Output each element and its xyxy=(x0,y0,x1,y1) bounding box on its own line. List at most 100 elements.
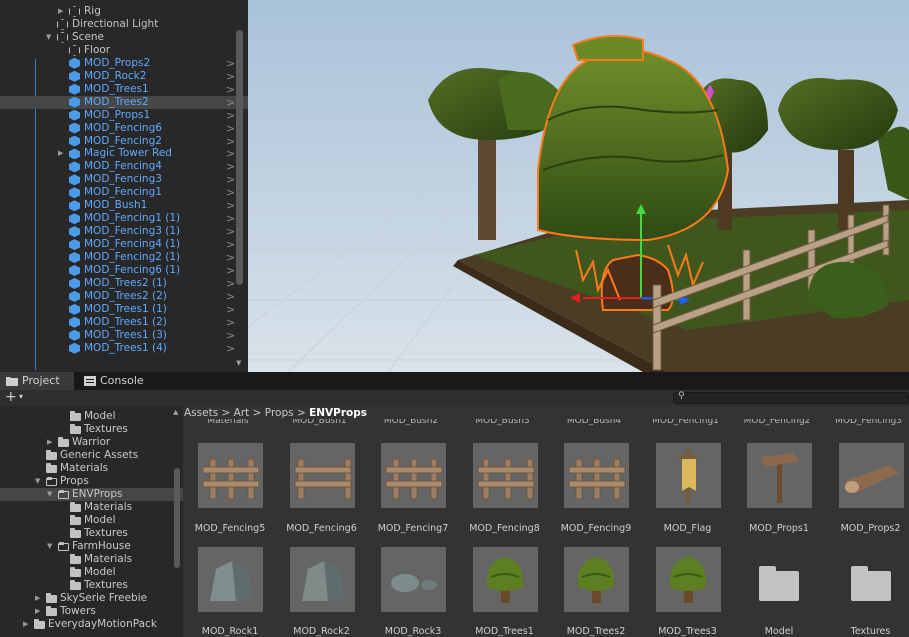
create-button[interactable]: + xyxy=(5,390,17,405)
chevron-right-icon[interactable]: > xyxy=(226,316,235,329)
hierarchy-item[interactable]: MOD_Fencing3 (1) > xyxy=(0,225,248,238)
expand-arrow-icon[interactable]: ▼ xyxy=(47,488,52,501)
hierarchy-item[interactable]: ▶ Magic Tower Red > xyxy=(0,147,248,160)
hierarchy-item-label: MOD_Fencing4 (1) xyxy=(84,238,181,251)
hierarchy-item[interactable]: MOD_Bush1 > xyxy=(0,199,248,212)
collapse-arrow-icon[interactable]: ▶ xyxy=(35,592,40,605)
tab-project[interactable]: Project xyxy=(0,372,74,390)
chevron-right-icon[interactable]: > xyxy=(226,238,235,251)
prefab-icon xyxy=(69,161,80,173)
hierarchy-item[interactable]: MOD_Trees1 (1) > xyxy=(0,303,248,316)
folder-tree-item[interactable]: ▼ ENVProps xyxy=(0,488,183,501)
prefab-asset[interactable]: MOD_Rock3 xyxy=(368,406,458,637)
collapse-arrow-icon[interactable]: ▶ xyxy=(35,605,40,618)
folder-asset[interactable]: Textures xyxy=(826,406,909,637)
chevron-right-icon[interactable]: > xyxy=(226,225,235,238)
folder-tree-item[interactable]: Materials xyxy=(0,501,183,514)
hierarchy-item[interactable]: MOD_Trees1 > xyxy=(0,83,248,96)
hierarchy-item-label: Floor xyxy=(84,43,111,56)
chevron-right-icon[interactable]: > xyxy=(226,251,235,264)
folder-tree-item[interactable]: Textures xyxy=(0,527,183,540)
prefab-asset[interactable]: MOD_Trees1 xyxy=(460,406,550,637)
collapse-arrow-icon[interactable]: ▶ xyxy=(58,5,63,18)
folder-tree-item[interactable]: ▶ EverydayMotionPack xyxy=(0,618,183,631)
hierarchy-item[interactable]: MOD_Fencing1 > xyxy=(0,186,248,199)
chevron-right-icon[interactable]: > xyxy=(226,135,235,148)
prefab-asset[interactable]: MOD_Trees2 xyxy=(551,406,641,637)
collapse-arrow-icon[interactable]: ▶ xyxy=(58,147,63,160)
folder-tree-item[interactable]: Materials xyxy=(0,553,183,566)
folder-tree-item[interactable]: Model xyxy=(0,410,183,423)
hierarchy-item[interactable]: ▼ Scene xyxy=(0,31,248,44)
chevron-right-icon[interactable]: > xyxy=(226,147,235,160)
chevron-right-icon[interactable]: > xyxy=(226,173,235,186)
chevron-right-icon[interactable]: > xyxy=(226,96,235,109)
hierarchy-item[interactable]: MOD_Props2 > xyxy=(0,57,248,70)
hierarchy-item[interactable]: ▶ Rig xyxy=(0,5,248,18)
chevron-right-icon[interactable]: > xyxy=(226,264,235,277)
hierarchy-item[interactable]: MOD_Fencing3 > xyxy=(0,173,248,186)
prefab-asset[interactable]: MOD_Rock2 xyxy=(277,406,367,637)
expand-arrow-icon[interactable]: ▼ xyxy=(47,540,52,553)
hierarchy-item[interactable]: MOD_Trees2 (2) > xyxy=(0,290,248,303)
chevron-right-icon[interactable]: > xyxy=(226,342,235,355)
hierarchy-item[interactable]: Directional Light xyxy=(0,18,248,31)
hierarchy-item[interactable]: MOD_Fencing1 (1) > xyxy=(0,212,248,225)
hierarchy-item[interactable]: Floor xyxy=(0,44,248,57)
folder-tree-item[interactable]: ▶ Towers xyxy=(0,605,183,618)
folder-tree-item[interactable]: Model xyxy=(0,566,183,579)
folder-tree-item[interactable]: ▼ Props xyxy=(0,475,183,488)
folder-tree-scrollbar[interactable] xyxy=(174,468,180,568)
chevron-right-icon[interactable]: > xyxy=(226,70,235,83)
folder-asset[interactable]: Model xyxy=(734,406,824,637)
folder-tree-item[interactable]: Model xyxy=(0,514,183,527)
hierarchy-item[interactable]: MOD_Fencing4 (1) > xyxy=(0,238,248,251)
chevron-right-icon[interactable]: > xyxy=(226,186,235,199)
chevron-right-icon[interactable]: > xyxy=(226,277,235,290)
hierarchy-item[interactable]: MOD_Trees1 (2) > xyxy=(0,316,248,329)
folder-tree-item[interactable]: Materials xyxy=(0,462,183,475)
hierarchy-item[interactable]: MOD_Fencing6 > xyxy=(0,122,248,135)
folder-tree-item[interactable]: Textures xyxy=(0,579,183,592)
expand-arrow-icon[interactable]: ▼ xyxy=(46,31,51,44)
collapse-arrow-icon[interactable]: ▶ xyxy=(23,618,28,631)
hierarchy-scrollbar[interactable] xyxy=(236,30,243,285)
search-input[interactable]: ⚲ xyxy=(673,391,909,404)
collapse-arrow-icon[interactable]: ▶ xyxy=(47,436,52,449)
chevron-right-icon[interactable]: > xyxy=(226,329,235,342)
hierarchy-item[interactable]: MOD_Trees1 (3) > xyxy=(0,329,248,342)
scroll-down-arrow-icon[interactable]: ▼ xyxy=(236,359,241,367)
folder-tree-item[interactable]: Generic Assets xyxy=(0,449,183,462)
folder-tree-item[interactable]: Textures xyxy=(0,423,183,436)
hierarchy-item[interactable]: MOD_Props1 > xyxy=(0,109,248,122)
scene-render[interactable] xyxy=(248,0,909,372)
prefab-asset[interactable]: MOD_Rock1 xyxy=(185,406,275,637)
hierarchy-item[interactable]: MOD_Fencing2 (1) > xyxy=(0,251,248,264)
hierarchy-item[interactable]: MOD_Fencing2 > xyxy=(0,135,248,148)
hierarchy-item[interactable]: MOD_Fencing4 > xyxy=(0,160,248,173)
folder-tree-item[interactable]: ▼ FarmHouse xyxy=(0,540,183,553)
prefab-asset[interactable]: MOD_Trees3 xyxy=(643,406,733,637)
hierarchy-item[interactable]: MOD_Rock2 > xyxy=(0,70,248,83)
hierarchy-item[interactable]: MOD_Fencing6 (1) > xyxy=(0,264,248,277)
chevron-right-icon[interactable]: > xyxy=(226,122,235,135)
chevron-right-icon[interactable]: > xyxy=(226,160,235,173)
hierarchy-item-label: Magic Tower Red xyxy=(84,147,172,160)
expand-arrow-icon[interactable]: ▼ xyxy=(35,475,40,488)
hierarchy-item[interactable]: MOD_Trees2 (1) > xyxy=(0,277,248,290)
chevron-right-icon[interactable]: > xyxy=(226,199,235,212)
scene-view[interactable] xyxy=(248,0,909,372)
chevron-right-icon[interactable]: > xyxy=(226,290,235,303)
hierarchy-item[interactable]: MOD_Trees2 > xyxy=(0,95,248,109)
scroll-up-arrow-icon[interactable]: ▲ xyxy=(173,408,178,416)
hierarchy-item[interactable]: MOD_Trees1 (4) > xyxy=(0,342,248,355)
chevron-down-icon[interactable]: ▾ xyxy=(19,392,23,401)
chevron-right-icon[interactable]: > xyxy=(226,83,235,96)
folder-tree-item[interactable]: ▶ Warrior xyxy=(0,436,183,449)
tab-console[interactable]: Console xyxy=(78,372,152,390)
chevron-right-icon[interactable]: > xyxy=(226,303,235,316)
chevron-right-icon[interactable]: > xyxy=(226,212,235,225)
chevron-right-icon[interactable]: > xyxy=(226,57,235,70)
folder-tree-item[interactable]: ▶ SkySerie Freebie xyxy=(0,592,183,605)
chevron-right-icon[interactable]: > xyxy=(226,109,235,122)
